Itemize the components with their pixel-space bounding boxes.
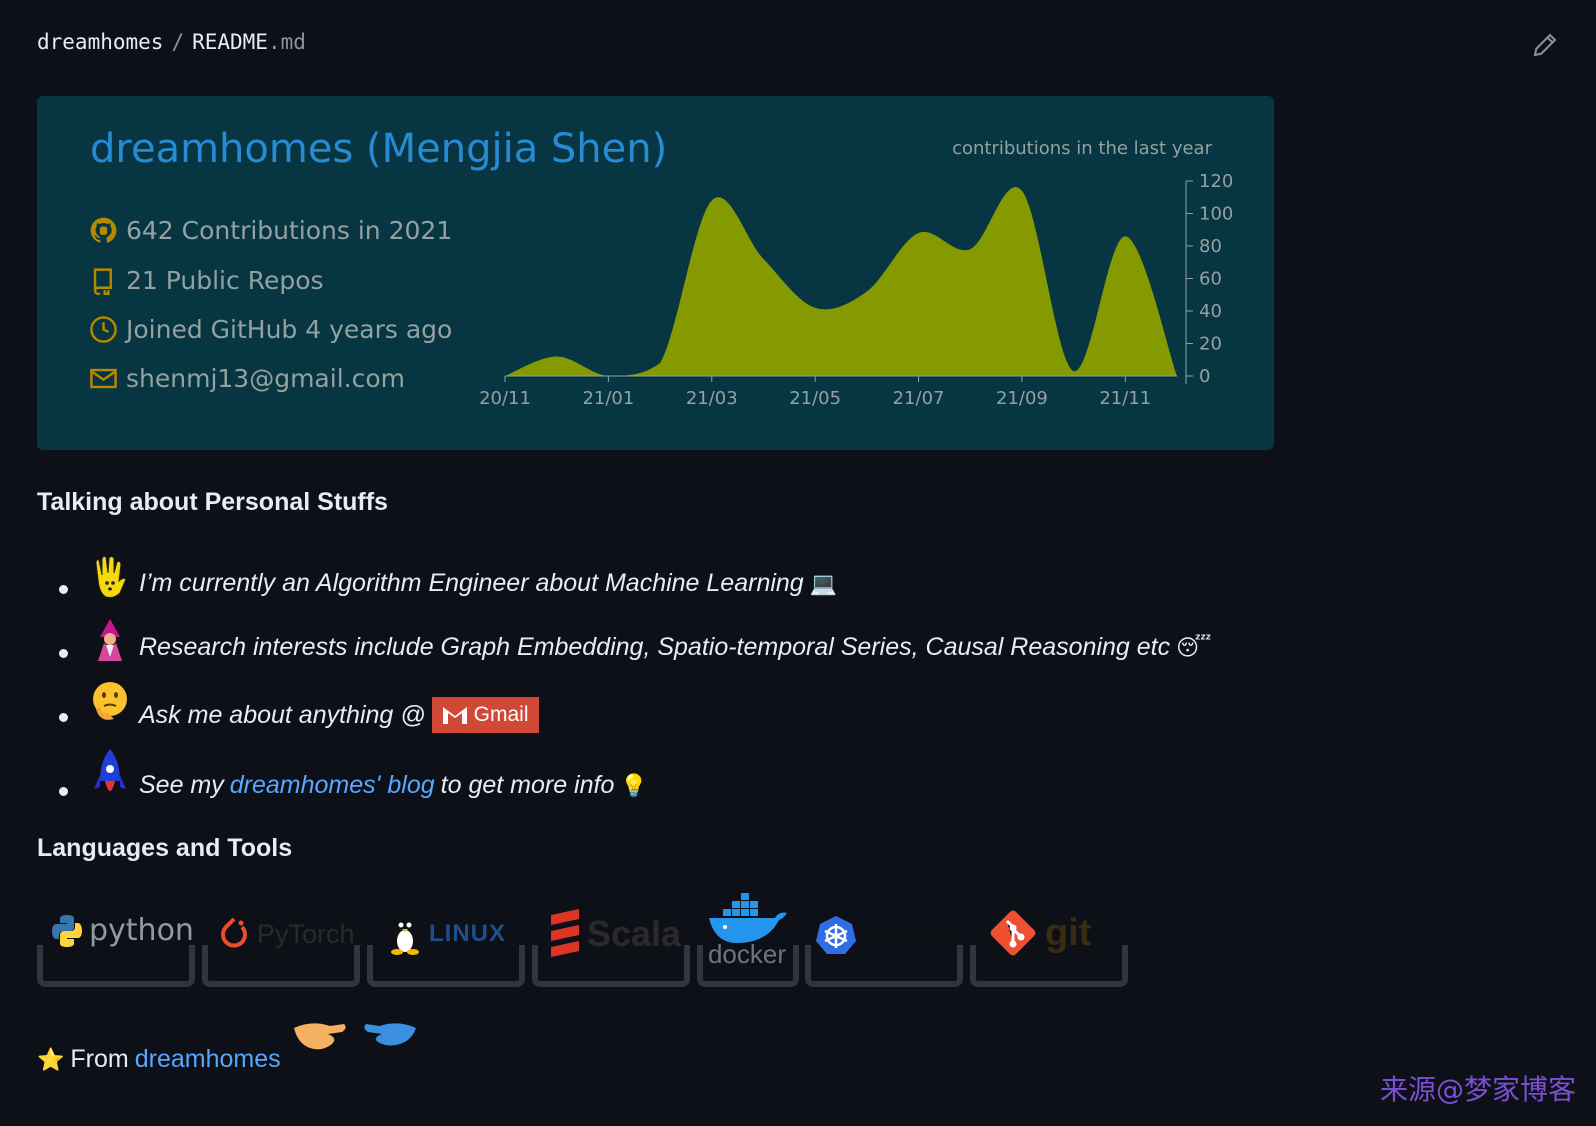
edit-pencil-icon[interactable] [1530,30,1560,60]
item-label: Ask me about anything @ [139,700,426,729]
x-tick-label: 21/09 [996,388,1048,409]
bullet [59,787,68,796]
gmail-icon [442,707,467,724]
x-tick-label: 20/11 [479,388,531,409]
watermark: 来源@梦家博客 [1380,1073,1577,1106]
list-item: I’m currently an Algorithm Engineer abou… [37,545,1337,609]
bullet [59,713,68,722]
git-icon [990,910,1036,956]
star-icon: ⭐️ [37,1046,65,1072]
right-hand-icon [294,1023,346,1050]
tool-label: python [89,913,194,948]
breadcrumb-file: README.md [192,30,306,54]
contributions-area [505,187,1177,376]
x-tick-label: 21/03 [686,388,738,409]
list-item: See my dreamhomes' blog to get more info… [37,737,1337,811]
item-text: Research interests include Graph Embeddi… [139,633,1211,662]
scala-logo: Scala [549,909,681,959]
profile-card: dreamhomes (Mengjia Shen) 642 Contributi… [37,96,1274,450]
python-icon [52,914,82,947]
git-logo: git [987,907,1091,959]
python-logo: python [51,913,194,948]
x-tick-label: 21/01 [582,388,634,409]
item-text: See my dreamhomes' blog to get more info… [139,771,648,800]
item-label: See my [139,771,224,799]
mage-icon [98,619,122,661]
section-title-personal: Talking about Personal Stuffs [37,488,388,516]
y-tick-label: 80 [1199,236,1222,257]
tools-row: python PyTorch LINUX Scala docker kubern… [37,893,1157,995]
bullet [59,585,68,594]
tool-label: PyTorch [257,918,355,949]
x-tick-label: 21/05 [789,388,841,409]
item-label: Research interests include Graph Embeddi… [139,633,1171,661]
docker-whale-icon [709,893,787,943]
docker-logo: docker [705,893,789,970]
section-title-tools: Languages and Tools [37,834,293,862]
thinking-face-icon [93,682,127,720]
rocket-icon [94,749,126,791]
y-tick-label: 0 [1199,366,1210,387]
tool-label: Scala [587,913,682,954]
tux-penguin-icon [391,922,419,955]
gmail-badge[interactable]: Gmail [431,697,539,733]
scala-icon [551,909,579,957]
list-item: Research interests include Graph Embeddi… [37,609,1337,673]
blog-link[interactable]: dreamhomes' blog [230,771,435,800]
x-tick-label: 21/07 [893,388,945,409]
left-hand-icon [364,1023,416,1046]
laptop-icon: 💻 [809,570,838,596]
y-tick-label: 60 [1199,269,1222,290]
chart-title: contributions in the last year [952,138,1213,159]
gmail-badge-label: Gmail [473,703,529,726]
y-tick-label: 120 [1199,171,1233,192]
x-tick-label: 21/11 [1099,388,1151,409]
sleeping-face-icon: 😴 [1176,634,1212,660]
tool-label: kubernetes [862,925,953,944]
item-label-suffix: to get more info [440,771,615,799]
contributions-chart: 20/11 21/01 21/03 21/05 21/07 21/09 21/11 0 20 40… [479,138,1233,409]
footer-profile-link[interactable]: dreamhomes [135,1045,281,1074]
breadcrumb: dreamhomes / README.md [37,30,306,54]
y-tick-label: 40 [1199,301,1222,322]
tool-python[interactable] [37,945,195,987]
list-item: Ask me about anything @ Gmail [37,673,1337,737]
personal-list: I’m currently an Algorithm Engineer abou… [37,545,1337,811]
bullet [59,649,68,658]
linux-logo: LINUX [387,913,506,955]
y-tick-label: 20 [1199,334,1222,355]
y-tick-label: 100 [1199,204,1233,225]
item-label: I’m currently an Algorithm Engineer abou… [139,569,804,597]
kubernetes-logo: kubernetes [816,915,953,955]
tool-label: LINUX [429,920,506,947]
footer: ⭐️ From dreamhomes [37,1045,281,1074]
breadcrumb-owner[interactable]: dreamhomes [37,30,163,54]
raised-hand-icon [95,555,127,598]
pytorch-icon [221,917,247,948]
item-text: Ask me about anything @ Gmail [139,697,539,733]
tool-label: git [1045,911,1092,954]
item-text: I’m currently an Algorithm Engineer abou… [139,569,837,598]
kubernetes-icon [816,916,856,954]
tool-label: docker [707,939,787,969]
footer-from: From [70,1045,129,1073]
pytorch-logo: PyTorch [217,915,355,953]
light-bulb-icon: 💡 [620,772,648,798]
breadcrumb-separator: / [171,30,185,54]
